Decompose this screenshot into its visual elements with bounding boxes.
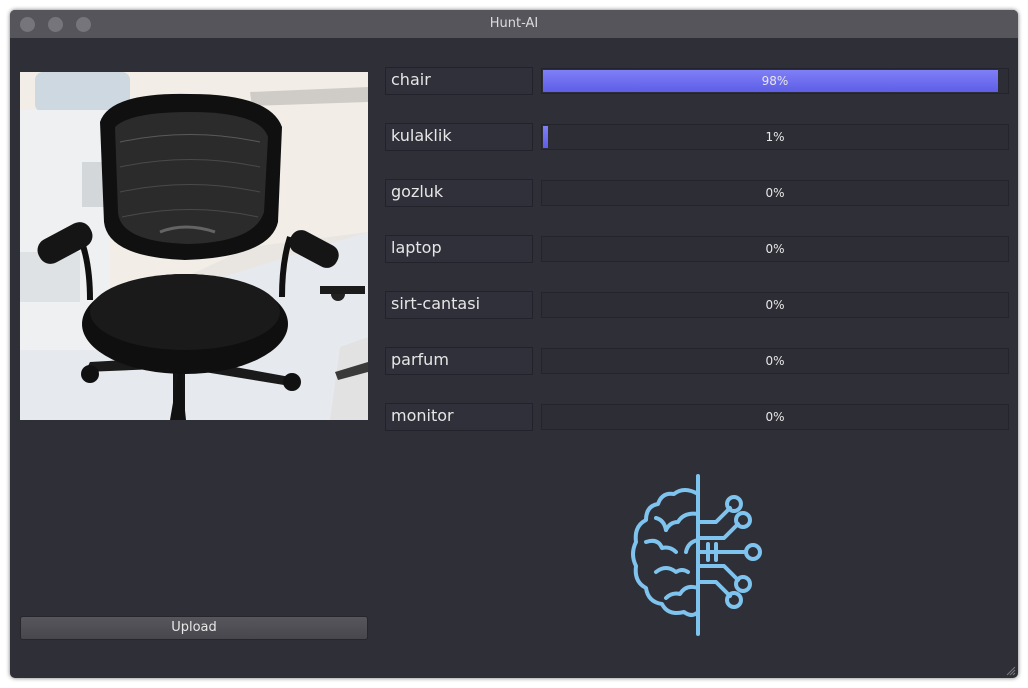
progress-bar-chair: 98%	[541, 68, 1009, 94]
class-label-parfum: parfum	[385, 347, 533, 375]
app-window: Hunt-AI chair 98% kulaklik 1% gozluk 0% …	[10, 10, 1018, 678]
progress-bar-gozluk: 0%	[541, 180, 1009, 206]
progress-text: 0%	[765, 410, 785, 424]
class-label-gozluk: gozluk	[385, 179, 533, 207]
progress-bar-kulaklik: 1%	[541, 124, 1009, 150]
progress-text: 0%	[765, 186, 785, 200]
progress-text: 0%	[765, 242, 785, 256]
resize-grip-icon[interactable]	[1006, 666, 1016, 676]
progress-text: 0%	[765, 298, 785, 312]
upload-button[interactable]: Upload	[20, 616, 368, 640]
uploaded-image-preview	[20, 72, 368, 420]
progress-bar-monitor: 0%	[541, 404, 1009, 430]
progress-text: 98%	[761, 74, 789, 88]
class-label-sirt-cantasi: sirt-cantasi	[385, 291, 533, 319]
progress-text: 0%	[765, 354, 785, 368]
class-label-chair: chair	[385, 67, 533, 95]
progress-text: 1%	[765, 130, 785, 144]
progress-bar-parfum: 0%	[541, 348, 1009, 374]
ai-brain-circuit-icon	[631, 474, 762, 636]
title-bar[interactable]: Hunt-AI	[10, 10, 1018, 38]
progress-bar-sirt-cantasi: 0%	[541, 292, 1009, 318]
class-label-monitor: monitor	[385, 403, 533, 431]
class-label-kulaklik: kulaklik	[385, 123, 533, 151]
class-label-laptop: laptop	[385, 235, 533, 263]
progress-bar-laptop: 0%	[541, 236, 1009, 262]
window-title: Hunt-AI	[489, 16, 539, 31]
